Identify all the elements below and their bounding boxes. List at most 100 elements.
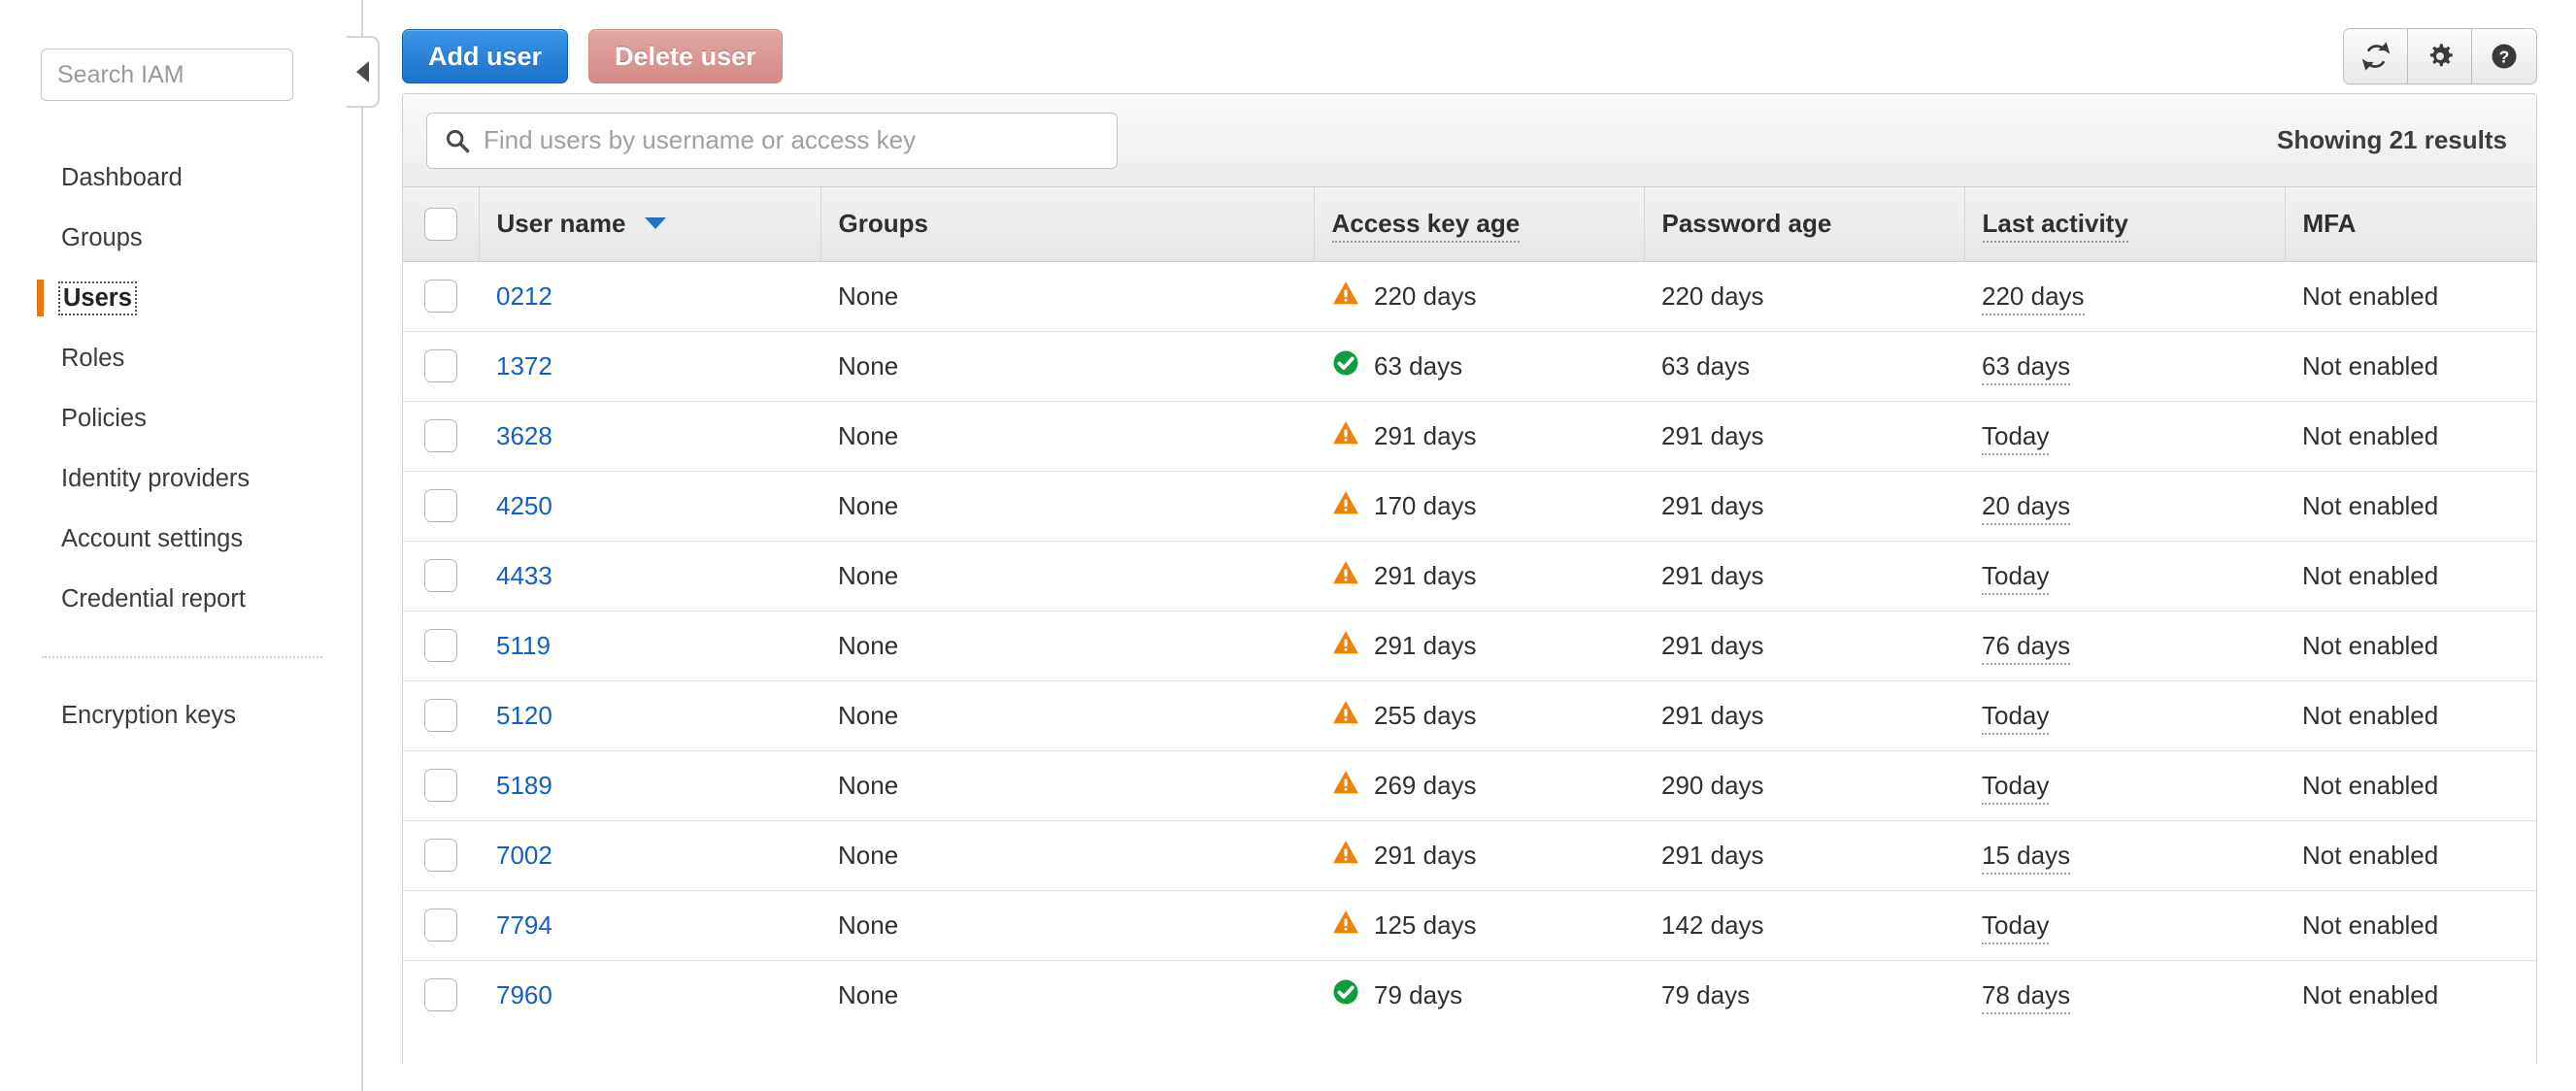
sidebar-collapse-button[interactable] xyxy=(347,36,380,108)
row-select-cell[interactable] xyxy=(403,331,479,402)
column-header-user-name[interactable]: User name xyxy=(479,187,821,262)
last-activity-value: 63 days xyxy=(1982,350,2071,385)
table-row[interactable]: 4250 None 170 days 291 days 20 days Not enabl… xyxy=(403,471,2536,542)
row-checkbox[interactable] xyxy=(424,699,457,732)
sidebar-search-wrap xyxy=(0,49,363,101)
column-header-groups[interactable]: Groups xyxy=(820,187,1315,262)
select-all-checkbox[interactable] xyxy=(423,207,457,241)
cell-password-age: 291 days xyxy=(1644,401,1964,472)
row-checkbox[interactable] xyxy=(424,349,457,382)
column-header-access-key-age[interactable]: Access key age xyxy=(1314,187,1645,262)
help-button[interactable]: ? xyxy=(2472,29,2536,83)
cell-user-name[interactable]: 7002 xyxy=(479,820,820,891)
cell-user-name[interactable]: 5189 xyxy=(479,750,820,821)
warning-icon xyxy=(1331,418,1360,454)
cell-user-name[interactable]: 4250 xyxy=(479,471,820,542)
cell-user-name[interactable]: 5119 xyxy=(479,611,820,681)
success-icon xyxy=(1331,348,1360,384)
settings-button[interactable] xyxy=(2408,29,2472,83)
table-row[interactable]: 5189 None 269 days 290 days Today Not enabled xyxy=(403,750,2536,821)
cell-user-name[interactable]: 5120 xyxy=(479,680,820,751)
row-select-cell[interactable] xyxy=(403,401,479,472)
sidebar-item-dashboard[interactable]: Dashboard xyxy=(0,148,363,208)
row-checkbox[interactable] xyxy=(424,489,457,522)
user-name-link[interactable]: 7002 xyxy=(496,841,552,870)
cell-mfa: Not enabled xyxy=(2285,401,2536,472)
row-checkbox[interactable] xyxy=(424,839,457,872)
sidebar-item-roles[interactable]: Roles xyxy=(0,328,363,388)
user-name-link[interactable]: 4250 xyxy=(496,491,552,520)
row-select-cell[interactable] xyxy=(403,750,479,821)
refresh-button[interactable] xyxy=(2344,29,2408,83)
user-name-link[interactable]: 5189 xyxy=(496,771,552,800)
row-checkbox[interactable] xyxy=(424,978,457,1012)
cell-user-name[interactable]: 7794 xyxy=(479,890,820,961)
row-select-cell[interactable] xyxy=(403,960,479,1030)
select-all-header[interactable] xyxy=(403,187,480,262)
table-row[interactable]: 1372 None 63 days 63 days 63 days Not enabled xyxy=(403,331,2536,402)
user-name-link[interactable]: 7960 xyxy=(496,980,552,1009)
column-header-mfa[interactable]: MFA xyxy=(2285,187,2536,262)
users-table-body: 0212 None 220 days 220 days 220 days Not enab… xyxy=(403,261,2536,1030)
table-row[interactable]: 3628 None 291 days 291 days Today Not enabled xyxy=(403,401,2536,472)
cell-user-name[interactable]: 0212 xyxy=(479,261,820,332)
row-checkbox[interactable] xyxy=(424,419,457,452)
column-header-password-age[interactable]: Password age xyxy=(1644,187,1965,262)
cell-access-key-age: 291 days xyxy=(1314,401,1644,472)
cell-password-age: 291 days xyxy=(1644,820,1964,891)
cell-password-age: 291 days xyxy=(1644,471,1964,542)
row-checkbox[interactable] xyxy=(424,559,457,592)
user-name-link[interactable]: 3628 xyxy=(496,421,552,450)
row-checkbox[interactable] xyxy=(424,909,457,942)
row-select-cell[interactable] xyxy=(403,541,479,612)
row-select-cell[interactable] xyxy=(403,820,479,891)
cell-user-name[interactable]: 4433 xyxy=(479,541,820,612)
sidebar-item-label: Account settings xyxy=(61,524,244,552)
column-label: Access key age xyxy=(1331,209,1521,244)
sidebar-item-identity-providers[interactable]: Identity providers xyxy=(0,448,363,509)
column-header-last-activity[interactable]: Last activity xyxy=(1964,187,2286,262)
access-key-age-value: 63 days xyxy=(1374,350,1463,380)
sidebar-item-users[interactable]: Users xyxy=(0,268,363,328)
find-users-input[interactable] xyxy=(426,112,1118,169)
table-row[interactable]: 5120 None 255 days 291 days Today Not enabled xyxy=(403,680,2536,751)
user-name-link[interactable]: 7794 xyxy=(496,910,552,940)
cell-user-name[interactable]: 1372 xyxy=(479,331,820,402)
sidebar-nav: Dashboard Groups Users Roles Policies Id… xyxy=(0,148,363,745)
table-row[interactable]: 0212 None 220 days 220 days 220 days Not enab… xyxy=(403,261,2536,332)
table-row[interactable]: 7960 None 79 days 79 days 78 days Not enabled xyxy=(403,960,2536,1030)
row-checkbox[interactable] xyxy=(424,769,457,802)
table-row[interactable]: 7002 None 291 days 291 days 15 days Not enabl… xyxy=(403,820,2536,891)
row-select-cell[interactable] xyxy=(403,261,479,332)
sidebar-item-encryption-keys[interactable]: Encryption keys xyxy=(0,685,363,745)
last-activity-value: 78 days xyxy=(1982,979,2071,1014)
table-row[interactable]: 5119 None 291 days 291 days 76 days Not enabl… xyxy=(403,611,2536,681)
add-user-button[interactable]: Add user xyxy=(402,29,569,83)
sidebar-item-account-settings[interactable]: Account settings xyxy=(0,509,363,569)
cell-user-name[interactable]: 3628 xyxy=(479,401,820,472)
access-key-age-value: 291 days xyxy=(1374,560,1477,590)
user-name-link[interactable]: 4433 xyxy=(496,561,552,590)
row-checkbox[interactable] xyxy=(424,280,457,313)
sidebar-item-policies[interactable]: Policies xyxy=(0,388,363,448)
table-row[interactable]: 4433 None 291 days 291 days Today Not enabled xyxy=(403,541,2536,612)
user-name-link[interactable]: 5120 xyxy=(496,701,552,730)
user-name-link[interactable]: 0212 xyxy=(496,281,552,311)
row-checkbox[interactable] xyxy=(424,629,457,662)
sidebar-item-groups[interactable]: Groups xyxy=(0,208,363,268)
row-select-cell[interactable] xyxy=(403,680,479,751)
row-select-cell[interactable] xyxy=(403,890,479,961)
sidebar-item-credential-report[interactable]: Credential report xyxy=(0,569,363,629)
delete-user-button[interactable]: Delete user xyxy=(588,29,783,83)
sidebar-item-label: Roles xyxy=(61,344,125,372)
cell-last-activity: Today xyxy=(1964,890,2285,961)
cell-access-key-age: 170 days xyxy=(1314,471,1644,542)
user-name-link[interactable]: 1372 xyxy=(496,351,552,380)
table-row[interactable]: 7794 None 125 days 142 days Today Not enabled xyxy=(403,890,2536,961)
user-name-link[interactable]: 5119 xyxy=(496,631,551,660)
cell-user-name[interactable]: 7960 xyxy=(479,960,820,1030)
row-select-cell[interactable] xyxy=(403,471,479,542)
search-iam-input[interactable] xyxy=(41,49,293,101)
row-select-cell[interactable] xyxy=(403,611,479,681)
last-activity-value: Today xyxy=(1982,700,2050,735)
